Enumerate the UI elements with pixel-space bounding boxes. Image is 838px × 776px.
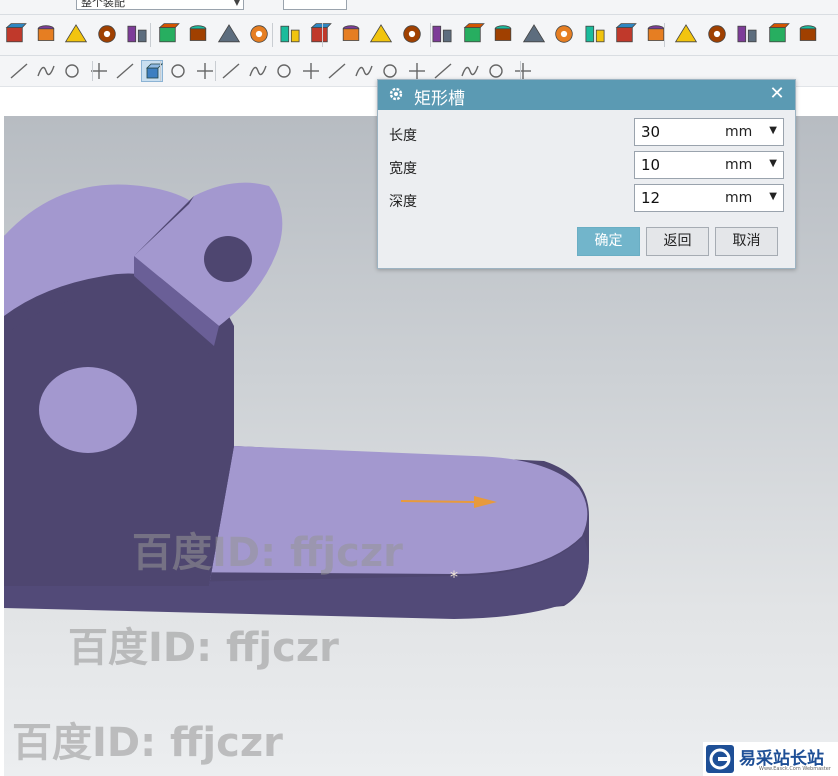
dimension-icon[interactable] — [61, 60, 83, 82]
shell-icon[interactable] — [246, 21, 272, 47]
brand-subtitle: Www.Easck.Com Webmaster — [759, 766, 831, 772]
view-icon[interactable] — [114, 60, 136, 82]
toolbar-separator — [160, 61, 161, 81]
toolbar-row-features — [0, 15, 838, 56]
depth-value[interactable]: 12 — [641, 189, 660, 207]
extrude-icon[interactable] — [2, 21, 28, 47]
datum-icon[interactable] — [277, 21, 303, 47]
toolbar-row-top: 整个装配 ▼ — [0, 0, 838, 15]
sweep-icon[interactable] — [399, 21, 425, 47]
length-unit[interactable]: mm — [725, 124, 752, 140]
bend-icon[interactable] — [704, 21, 730, 47]
chamfer-pattern-icon[interactable] — [185, 21, 211, 47]
snap-icon[interactable] — [35, 60, 57, 82]
cone-icon[interactable] — [795, 21, 821, 47]
cross-icon[interactable] — [326, 60, 348, 82]
width-value[interactable]: 10 — [641, 156, 660, 174]
box-select-icon[interactable] — [88, 60, 110, 82]
part-front-hole — [39, 367, 137, 453]
cancel-button[interactable]: 取消 — [715, 227, 778, 256]
columns-icon[interactable] — [307, 21, 333, 47]
cube-icon[interactable] — [490, 21, 516, 47]
toolbar-separator — [322, 23, 323, 47]
toolbar-separator — [150, 23, 151, 47]
sheet-icon[interactable] — [460, 21, 486, 47]
line2-icon[interactable] — [220, 60, 242, 82]
cylinder-icon[interactable] — [673, 21, 699, 47]
point-icon[interactable] — [8, 60, 30, 82]
toolbar-separator — [520, 61, 521, 81]
watermark-text: 百度ID: ffjczr — [12, 720, 283, 766]
shaded-box-icon[interactable] — [734, 21, 760, 47]
draft-icon[interactable] — [155, 21, 181, 47]
filter-combo-value: 整个装配 — [81, 0, 125, 9]
toolbar-area: 整个装配 ▼ — [0, 0, 838, 88]
close-icon[interactable]: ✕ — [769, 85, 785, 103]
watermark-text: 百度ID: ffjczr — [132, 530, 403, 576]
toolbar-separator — [664, 23, 665, 47]
depth-field[interactable]: 12 mm ▼ — [634, 184, 784, 212]
toolbar-separator — [272, 23, 273, 47]
box-icon[interactable] — [338, 21, 364, 47]
watermark-text: 百度ID: ffjczr — [68, 625, 339, 671]
cut-icon[interactable] — [612, 21, 638, 47]
length-label: 长度 — [389, 128, 417, 144]
toolbar-separator — [215, 61, 216, 81]
offset-face-icon[interactable] — [551, 21, 577, 47]
viewport-left-border — [0, 88, 4, 776]
length-value[interactable]: 30 — [641, 123, 660, 141]
trim-body-icon[interactable] — [521, 21, 547, 47]
block-icon[interactable] — [33, 21, 59, 47]
spline-icon[interactable] — [273, 60, 295, 82]
chevron-down-icon[interactable]: ▼ — [769, 158, 777, 169]
toolbar-separator — [430, 23, 431, 47]
brand-badge: 易采站长站 Www.Easck.Com Webmaster — [703, 742, 838, 776]
depth-unit[interactable]: mm — [725, 190, 752, 206]
width-label: 宽度 — [389, 161, 417, 177]
pyramid-icon[interactable] — [765, 21, 791, 47]
curve-icon[interactable] — [247, 60, 269, 82]
selection-combo[interactable] — [283, 0, 347, 10]
snap-point-marker[interactable]: * — [450, 567, 458, 586]
length-field[interactable]: 30 mm ▼ — [634, 118, 784, 146]
chevron-down-icon[interactable]: ▼ — [769, 191, 777, 202]
unite-icon[interactable] — [368, 21, 394, 47]
gear-icon[interactable] — [388, 86, 404, 102]
rectangular-slot-dialog: 矩形槽 ✕ 长度 30 mm ▼ 宽度 10 mm ▼ 深度 12 mm ▼ 确… — [377, 79, 796, 269]
circle-icon[interactable] — [353, 60, 375, 82]
sketch-points-icon[interactable] — [167, 60, 189, 82]
chevron-down-icon[interactable]: ▼ — [769, 125, 777, 136]
chevron-down-icon: ▼ — [233, 0, 240, 7]
width-field[interactable]: 10 mm ▼ — [634, 151, 784, 179]
back-button[interactable]: 返回 — [646, 227, 709, 256]
wave-icon[interactable] — [300, 60, 322, 82]
surface-icon[interactable] — [582, 21, 608, 47]
brand-logo-icon — [706, 745, 734, 773]
dialog-title: 矩形槽 — [414, 89, 465, 109]
pad-icon[interactable] — [124, 21, 150, 47]
line-icon[interactable] — [194, 60, 216, 82]
depth-label: 深度 — [389, 194, 417, 210]
hole-icon[interactable] — [63, 21, 89, 47]
dialog-title-bar[interactable]: 矩形槽 ✕ — [378, 80, 795, 110]
direction-arrow-shaft — [400, 500, 475, 503]
toolbar-separator — [92, 61, 93, 81]
fold-icon[interactable] — [429, 21, 455, 47]
ok-button[interactable]: 确定 — [577, 227, 640, 256]
width-unit[interactable]: mm — [725, 157, 752, 173]
filter-combo[interactable]: 整个装配 ▼ — [76, 0, 244, 10]
pattern-icon[interactable] — [216, 21, 242, 47]
thread-icon[interactable] — [94, 21, 120, 47]
